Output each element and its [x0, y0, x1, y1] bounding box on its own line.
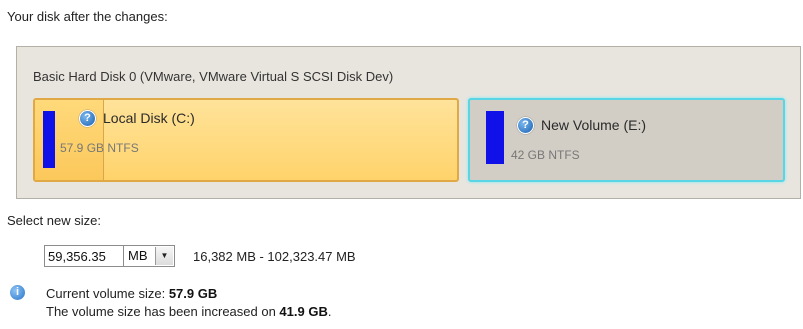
size-change-value: 41.9 GB: [279, 304, 328, 319]
section-title: Your disk after the changes:: [7, 9, 168, 24]
usage-bar: [486, 111, 504, 164]
partition-e[interactable]: ? New Volume (E:) 42 GB NTFS: [468, 98, 785, 182]
help-icon[interactable]: ?: [517, 117, 534, 134]
select-size-label: Select new size:: [7, 213, 101, 228]
current-size-value: 57.9 GB: [168, 286, 218, 301]
partition-c[interactable]: ? Local Disk (C:) 57.9 GB NTFS: [33, 98, 459, 182]
disk-map-panel: Basic Hard Disk 0 (VMware, VMware Virtua…: [16, 46, 801, 199]
chevron-down-icon[interactable]: ▼: [155, 247, 173, 265]
unit-value: MB: [128, 248, 148, 263]
partition-label: New Volume (E:): [541, 117, 647, 133]
partition-detail: 42 GB NTFS: [511, 148, 580, 162]
size-change-text: The volume size has been increased on 41…: [46, 304, 332, 319]
unit-select[interactable]: MB ▼: [123, 245, 175, 267]
help-icon[interactable]: ?: [79, 110, 96, 127]
partition-detail: 57.9 GB NTFS: [60, 141, 139, 155]
info-icon: i: [10, 285, 25, 300]
current-size-text: Current volume size: 57.9 GB: [46, 286, 218, 301]
usage-bar: [43, 111, 55, 168]
partition-label: Local Disk (C:): [103, 110, 195, 126]
size-range: 16,382 MB - 102,323.47 MB: [193, 249, 356, 264]
disk-name: Basic Hard Disk 0 (VMware, VMware Virtua…: [33, 69, 394, 84]
